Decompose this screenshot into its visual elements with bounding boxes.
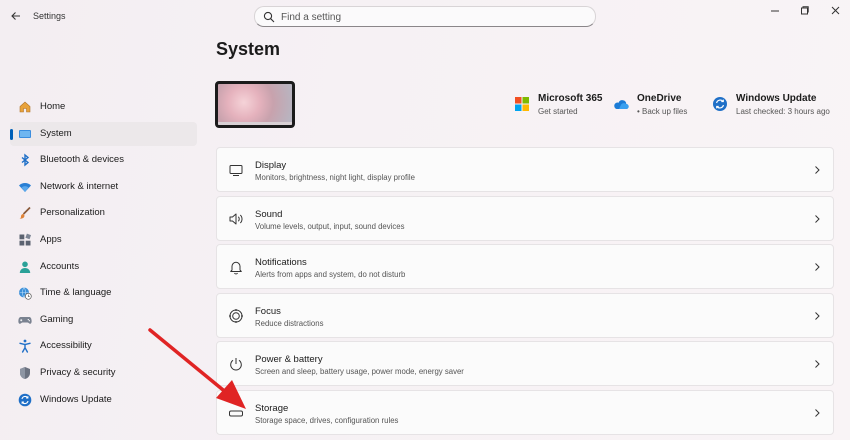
sidebar-item-label: Bluetooth & devices [40, 154, 124, 166]
chevron-right-icon [815, 360, 820, 369]
accounts-icon [19, 261, 31, 273]
system-icon [19, 129, 31, 138]
search-input[interactable] [281, 9, 581, 25]
chevron-right-icon [815, 311, 820, 320]
device-preview [215, 81, 295, 128]
sidebar-item-privacy[interactable]: Privacy & security [10, 361, 197, 385]
setting-title: Power & battery [255, 354, 323, 366]
quick-card-title: OneDrive [637, 93, 682, 104]
setting-row-display[interactable]: Display Monitors, brightness, night ligh… [216, 147, 834, 192]
setting-title: Focus [255, 305, 281, 317]
setting-row-notifications[interactable]: Notifications Alerts from apps and syste… [216, 244, 834, 290]
title-bar: Settings [0, 0, 850, 32]
restore-icon[interactable] [795, 4, 815, 18]
setting-title: Display [255, 160, 287, 171]
page-title: System [216, 39, 281, 59]
bell-icon [230, 261, 242, 275]
microsoft365-icon [515, 97, 529, 111]
quick-card-subtitle: Get started [538, 107, 578, 116]
search-icon [263, 11, 275, 23]
microsoft365-card[interactable]: Microsoft 365 Get started [514, 91, 604, 119]
chevron-right-icon [815, 263, 820, 272]
gamepad-icon [18, 316, 32, 324]
onedrive-card[interactable]: OneDrive • Back up files [613, 91, 693, 119]
sidebar-item-bluetooth[interactable]: Bluetooth & devices [10, 148, 197, 172]
update-icon [18, 393, 32, 406]
sidebar-item-label: Network & internet [40, 180, 119, 192]
sidebar-item-system[interactable]: System [10, 121, 197, 146]
setting-title: Notifications [255, 257, 307, 269]
sidebar-item-label: Accessibility [40, 340, 92, 352]
sidebar-item-label: Personalization [40, 207, 105, 219]
storage-icon [229, 410, 243, 417]
settings-list: Display Monitors, brightness, night ligh… [216, 147, 834, 439]
close-icon[interactable] [826, 4, 846, 18]
wifi-icon [19, 182, 31, 192]
app-title: Settings [33, 11, 66, 21]
setting-row-sound[interactable]: Sound Volume levels, output, input, soun… [216, 195, 834, 241]
setting-row-power-battery[interactable]: Power & battery Screen and sleep, batter… [216, 341, 834, 387]
accessibility-icon [19, 339, 31, 354]
taskbar-preview [218, 122, 292, 125]
windows-update-card[interactable]: Windows Update Last checked: 3 hours ago [712, 91, 834, 119]
sidebar-item-label: Gaming [40, 313, 74, 325]
setting-description: Volume levels, output, input, sound devi… [255, 221, 405, 231]
search-box[interactable] [254, 6, 596, 27]
chevron-right-icon [815, 214, 820, 223]
sidebar-item-windows-update[interactable]: Windows Update [10, 388, 197, 412]
setting-description: Reduce distractions [255, 318, 324, 328]
sidebar-item-accessibility[interactable]: Accessibility [10, 334, 197, 358]
setting-description: Alerts from apps and system, do not dist… [255, 270, 406, 280]
sidebar-item-home[interactable]: Home [10, 95, 197, 119]
onedrive-icon [614, 100, 629, 110]
chevron-right-icon [815, 166, 820, 174]
sidebar-item-personalization[interactable]: Personalization [10, 201, 197, 225]
sound-icon [229, 213, 243, 225]
sidebar-item-gaming[interactable]: Gaming [10, 308, 197, 332]
bluetooth-icon [21, 153, 30, 167]
sidebar-item-network[interactable]: Network & internet [10, 175, 197, 199]
sidebar-item-label: Home [40, 101, 66, 112]
sidebar-item-label: Time & language [40, 287, 112, 299]
apps-icon [19, 233, 32, 246]
focus-icon [229, 308, 243, 323]
setting-title: Sound [255, 208, 283, 220]
sidebar-item-label: Windows Update [40, 393, 112, 405]
windows-update-icon [713, 97, 727, 111]
sidebar-item-label: Privacy & security [40, 366, 116, 378]
setting-row-focus[interactable]: Focus Reduce distractions [216, 292, 834, 338]
home-icon [19, 101, 31, 113]
sidebar-item-accounts[interactable]: Accounts [10, 255, 197, 279]
quick-card-title: Microsoft 365 [538, 93, 603, 104]
brush-icon [19, 207, 31, 219]
setting-description: Storage space, drives, configuration rul… [255, 415, 399, 425]
sidebar-item-label: System [40, 127, 72, 139]
back-arrow-icon[interactable] [8, 8, 24, 24]
sidebar-item-label: Accounts [40, 260, 80, 272]
sidebar: Home System Bluetooth & devices Network … [10, 95, 197, 414]
setting-description: Monitors, brightness, night light, displ… [255, 173, 415, 182]
minimize-icon[interactable] [765, 4, 785, 18]
globe-clock-icon [19, 287, 32, 300]
shield-icon [20, 366, 30, 379]
display-icon [229, 165, 243, 176]
quick-card-subtitle: • Back up files [637, 107, 688, 116]
setting-description: Screen and sleep, battery usage, power m… [255, 367, 464, 377]
quick-card-title: Windows Update [736, 93, 817, 104]
setting-title: Storage [255, 402, 289, 414]
sidebar-item-time-language[interactable]: Time & language [10, 281, 197, 305]
sidebar-item-label: Apps [40, 233, 62, 245]
sidebar-item-apps[interactable]: Apps [10, 228, 197, 252]
quick-card-subtitle: Last checked: 3 hours ago [736, 107, 830, 116]
chevron-right-icon [815, 409, 820, 417]
setting-row-storage[interactable]: Storage Storage space, drives, configura… [216, 389, 834, 435]
power-icon [230, 358, 242, 371]
